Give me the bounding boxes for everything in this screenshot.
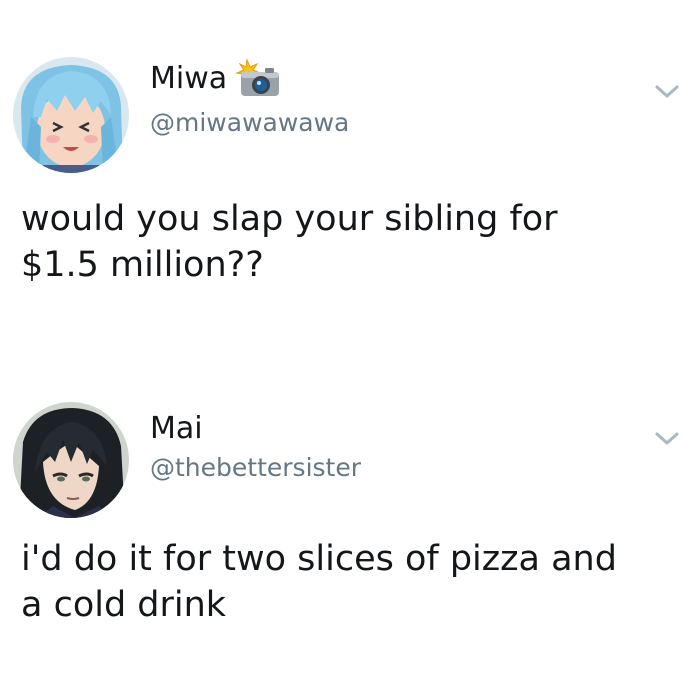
display-name-text[interactable]: Mai <box>150 411 203 447</box>
chevron-down-icon[interactable] <box>654 430 680 448</box>
tweet: Miwa @miwawawawa would you slap your sib… <box>0 0 700 350</box>
display-name-text[interactable]: Miwa <box>150 61 227 97</box>
display-name[interactable]: Mai <box>150 411 203 447</box>
tweet-text: would you slap your sibling for $1.5 mil… <box>21 199 558 285</box>
chevron-down-icon[interactable] <box>654 83 680 101</box>
avatar[interactable] <box>13 57 129 173</box>
handle[interactable]: @miwawawawa <box>150 108 349 138</box>
handle[interactable]: @thebettersister <box>150 453 361 483</box>
tweet-text: i'd do it for two slices of pizza and a … <box>21 539 617 625</box>
display-name[interactable]: Miwa <box>150 58 281 100</box>
avatar[interactable] <box>13 402 129 518</box>
camera-flash-icon <box>235 58 281 100</box>
tweet: Mai @thebettersister i'd do it for two s… <box>0 350 700 700</box>
